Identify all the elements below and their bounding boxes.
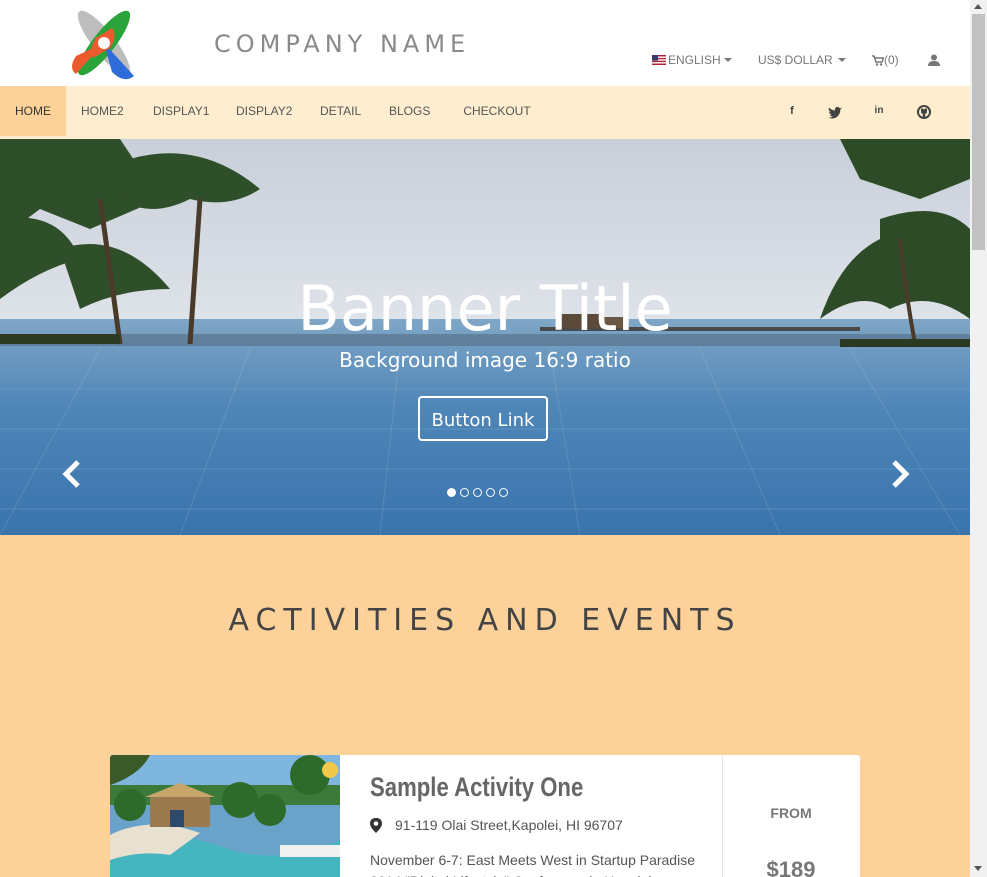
chevron-down-icon: [837, 58, 846, 62]
vertical-scrollbar[interactable]: [970, 0, 987, 877]
price-from-label: FROM: [770, 805, 812, 821]
github-icon[interactable]: [917, 105, 931, 119]
page: COMPANY NAME ENGLISH US$ DOLLAR (0) HOME…: [0, 0, 970, 877]
carousel-dot[interactable]: [447, 488, 456, 497]
nav-home2-label: HOME2: [81, 104, 124, 118]
nav-display2-label: DISPLAY2: [236, 104, 293, 118]
top-header: COMPANY NAME ENGLISH US$ DOLLAR (0): [0, 0, 970, 86]
activity-title[interactable]: Sample Activity One: [370, 772, 583, 803]
banner-button[interactable]: Button Link: [418, 396, 548, 441]
activity-details: Sample Activity One 91-119 Olai Street,K…: [340, 755, 723, 877]
account-button[interactable]: [928, 54, 940, 66]
banner-title: Banner Title: [297, 272, 673, 345]
hero-banner: Banner Title Background image 16:9 ratio…: [0, 139, 970, 535]
carousel-dot[interactable]: [499, 488, 508, 497]
nav-checkout[interactable]: CHECKOUT: [458, 86, 536, 164]
activity-description: November 6-7: East Meets West in Startup…: [370, 852, 695, 877]
nav-detail-label: DETAIL: [320, 104, 362, 118]
cart-link[interactable]: (0): [872, 53, 899, 67]
banner-subtitle: Background image 16:9 ratio: [339, 348, 631, 372]
activity-card[interactable]: Sample Activity One 91-119 Olai Street,K…: [110, 755, 860, 877]
facebook-icon[interactable]: f: [785, 104, 799, 118]
carousel-dot[interactable]: [460, 488, 469, 497]
activity-address-text: 91-119 Olai Street,Kapolei, HI 96707: [395, 817, 623, 833]
currency-label: US$ DOLLAR: [758, 53, 833, 67]
carousel-dot[interactable]: [473, 488, 482, 497]
carousel-prev-arrow[interactable]: [58, 459, 88, 489]
activity-price-box: FROM $189: [722, 755, 860, 877]
scroll-down-arrow[interactable]: [974, 866, 982, 871]
carousel-indicators: [447, 488, 508, 497]
cart-count: (0): [884, 53, 899, 67]
language-label: ENGLISH: [668, 53, 721, 67]
nav-home[interactable]: HOME: [0, 86, 66, 136]
nav-home2[interactable]: HOME2: [81, 86, 124, 136]
currency-selector[interactable]: US$ DOLLAR: [758, 53, 846, 67]
scrollbar-thumb[interactable]: [972, 14, 985, 250]
user-icon: [928, 54, 940, 66]
map-marker-icon: [370, 817, 382, 833]
scroll-up-arrow[interactable]: [974, 4, 982, 9]
nav-blogs[interactable]: BLOGS: [389, 86, 431, 136]
company-name: COMPANY NAME: [214, 30, 471, 58]
nav-blogs-label: BLOGS: [389, 104, 431, 118]
linkedin-icon[interactable]: in: [872, 104, 886, 118]
chevron-down-icon: [723, 58, 732, 62]
language-selector[interactable]: ENGLISH: [652, 53, 732, 67]
us-flag-icon: [652, 55, 666, 65]
cart-icon: [872, 54, 884, 66]
nav-home-label: HOME: [15, 104, 51, 118]
nav-display2[interactable]: DISPLAY2: [236, 86, 293, 136]
section-title: ACTIVITIES AND EVENTS: [228, 603, 742, 638]
nav-detail[interactable]: DETAIL: [320, 86, 362, 136]
nav-display1[interactable]: DISPLAY1: [153, 86, 210, 136]
main-nav: HOME HOME2 DISPLAY1 DISPLAY2 DETAIL BLOG…: [0, 86, 970, 164]
nav-display1-label: DISPLAY1: [153, 104, 210, 118]
company-logo[interactable]: [66, 6, 142, 80]
carousel-next-arrow[interactable]: [884, 459, 914, 489]
activity-image[interactable]: [110, 755, 340, 877]
activity-address: 91-119 Olai Street,Kapolei, HI 96707: [370, 817, 623, 833]
activity-price: $189: [766, 857, 816, 877]
twitter-icon[interactable]: [828, 105, 842, 119]
carousel-dot[interactable]: [486, 488, 495, 497]
nav-checkout-label: CHECKOUT: [463, 104, 531, 118]
